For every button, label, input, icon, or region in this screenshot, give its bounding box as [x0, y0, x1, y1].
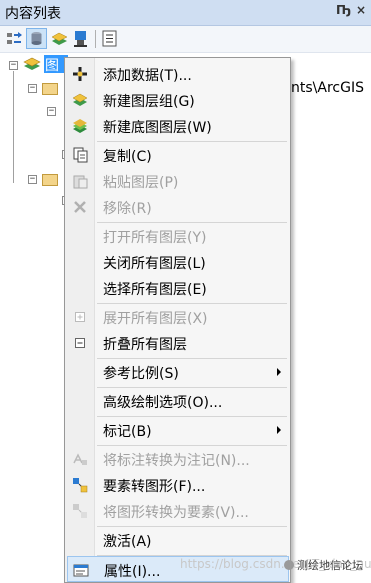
- menu-item-new-basemap-layer[interactable]: 新建底图图层(W): [65, 113, 290, 139]
- new-group-layer-icon: [72, 93, 88, 106]
- submenu-arrow-icon: [277, 368, 281, 376]
- menu-item-convert-labels-to-annotation[interactable]: 将标注转换为注记(N)...: [65, 446, 290, 472]
- menu-item-select-all-layers[interactable]: 选择所有图层(E): [65, 275, 290, 301]
- menu-item-activate[interactable]: 激活(A): [65, 527, 290, 553]
- folder-icon: [42, 83, 58, 95]
- list-by-selection-icon[interactable]: [71, 28, 92, 49]
- list-by-drawing-order-icon[interactable]: [4, 28, 25, 49]
- context-menu: 添加数据(T)... 新建图层组(G) 新建底图图层(W) 复制(C) 粘贴图层…: [64, 57, 291, 583]
- features-to-graphics-icon: [73, 478, 88, 493]
- brand-logo-icon: [284, 560, 294, 570]
- collapse-icon: [75, 338, 85, 348]
- menu-item-reference-scale[interactable]: 参考比例(S): [65, 359, 290, 385]
- new-basemap-layer-icon: [73, 119, 87, 133]
- convert-labels-icon: [73, 453, 87, 465]
- list-by-visibility-icon[interactable]: [49, 28, 70, 49]
- layers-icon: [23, 57, 41, 70]
- toolbar-separator: [95, 30, 96, 48]
- options-icon[interactable]: [99, 28, 120, 49]
- menu-item-turn-all-layers-on[interactable]: 打开所有图层(Y): [65, 223, 290, 249]
- menu-item-add-data[interactable]: 添加数据(T)...: [65, 61, 290, 87]
- menu-item-expand-all-layers[interactable]: 展开所有图层(X): [65, 304, 290, 330]
- collapse-toggle-icon[interactable]: −: [47, 107, 56, 116]
- folder-path-text: nts\ArcGIS: [291, 80, 364, 96]
- close-icon[interactable]: ×: [356, 3, 366, 17]
- collapse-toggle-icon[interactable]: −: [28, 175, 37, 184]
- graphics-to-features-icon: [73, 504, 87, 518]
- remove-icon: [74, 201, 86, 213]
- toc-title-bar: 内容列表 Ҧ ×: [0, 0, 371, 26]
- menu-item-convert-features-to-graphics[interactable]: 要素转图形(F)...: [65, 472, 290, 498]
- brand-watermark: 测绘地信论坛: [284, 557, 363, 573]
- tree-line: [13, 71, 14, 183]
- copy-icon: [73, 147, 88, 163]
- expand-icon: [75, 312, 85, 322]
- paste-icon: [73, 175, 88, 189]
- properties-icon: [73, 564, 89, 577]
- menu-item-advanced-drawing-options[interactable]: 高级绘制选项(O)...: [65, 388, 290, 414]
- menu-item-remove[interactable]: 移除(R): [65, 194, 290, 220]
- menu-item-paste-layer[interactable]: 粘贴图层(P): [65, 168, 290, 194]
- pin-icon[interactable]: Ҧ: [336, 3, 351, 17]
- submenu-arrow-icon: [277, 426, 281, 434]
- panel-title: 内容列表: [5, 6, 61, 22]
- menu-item-convert-graphics-to-features[interactable]: 将图形转换为要素(V)...: [65, 498, 290, 524]
- add-data-icon: [73, 67, 87, 81]
- collapse-toggle-icon[interactable]: −: [9, 61, 18, 70]
- toc-toolbar: [0, 26, 371, 53]
- menu-item-copy[interactable]: 复制(C): [65, 142, 290, 168]
- list-by-source-icon[interactable]: [26, 28, 47, 49]
- menu-item-collapse-all-layers[interactable]: 折叠所有图层: [65, 330, 290, 356]
- menu-item-turn-all-layers-off[interactable]: 关闭所有图层(L): [65, 249, 290, 275]
- collapse-toggle-icon[interactable]: −: [28, 84, 37, 93]
- menu-item-bookmarks[interactable]: 标记(B): [65, 417, 290, 443]
- menu-item-new-group-layer[interactable]: 新建图层组(G): [65, 87, 290, 113]
- folder-icon: [42, 174, 58, 186]
